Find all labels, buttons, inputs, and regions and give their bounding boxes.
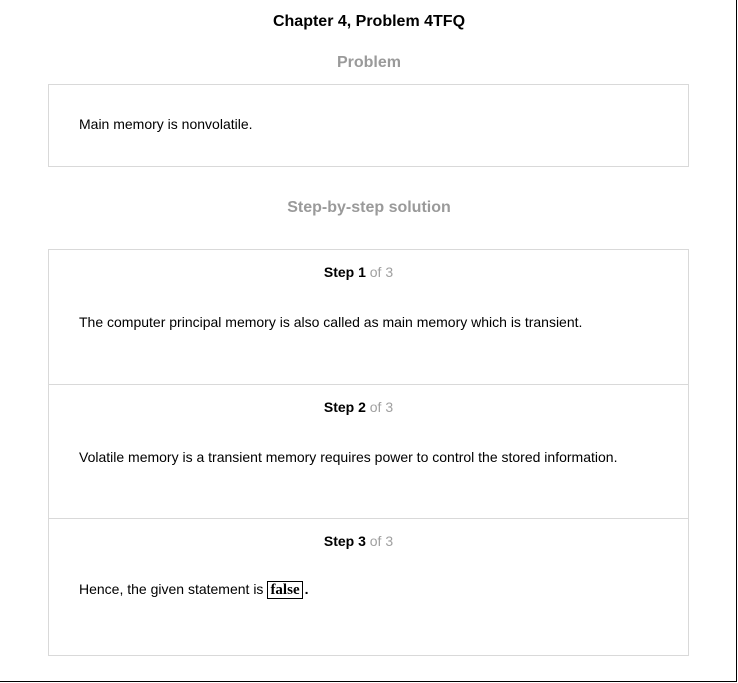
solution-steps: Step 1 of 3 The computer principal memor… — [48, 249, 689, 656]
step-sentence: Hence, the given statement is — [79, 581, 264, 597]
step-count: of 3 — [369, 533, 394, 549]
step-text: The computer principal memory is also ca… — [79, 314, 583, 330]
step-label: Step 1 — [323, 264, 366, 280]
step-count: of 3 — [369, 399, 394, 415]
problem-card: Main memory is nonvolatile. — [48, 84, 689, 167]
step-count: of 3 — [369, 264, 394, 280]
step-header: Step 3 of 3 — [49, 532, 668, 550]
step-text: Volatile memory is a transient memory re… — [79, 449, 618, 465]
step-header: Step 2 of 3 — [49, 398, 668, 416]
step-label: Step 2 — [323, 399, 366, 415]
page-title: Chapter 4, Problem 4TFQ — [272, 13, 466, 30]
step-card-1: Step 1 of 3 The computer principal memor… — [49, 250, 688, 384]
page-frame: Chapter 4, Problem 4TFQ Problem Main mem… — [0, 0, 737, 682]
solution-heading: Step-by-step solution — [287, 199, 451, 216]
boxed-answer: false — [267, 581, 303, 600]
step-card-2: Step 2 of 3 Volatile memory is a transie… — [49, 384, 688, 519]
step-header: Step 1 of 3 — [49, 263, 668, 281]
problem-text: Main memory is nonvolatile. — [79, 116, 253, 132]
step-label: Step 3 — [323, 533, 366, 549]
step-text: Hence, the given statement is false. — [79, 580, 309, 600]
problem-heading: Problem — [336, 54, 401, 71]
step-card-3: Step 3 of 3 Hence, the given statement i… — [49, 518, 688, 656]
sentence-end: . — [304, 581, 309, 597]
